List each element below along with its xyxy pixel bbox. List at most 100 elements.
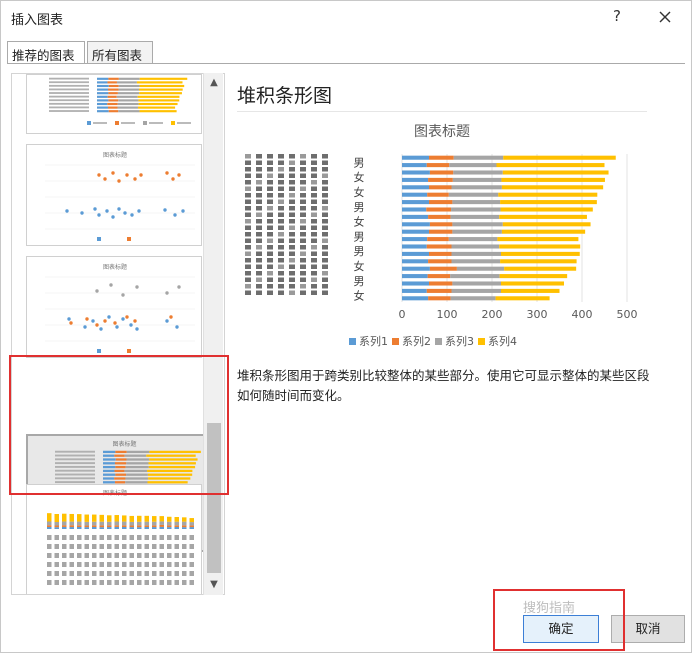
thumb-bar-segment (117, 106, 139, 109)
category-hierarchy-text (300, 186, 306, 191)
thumb-axis-text (84, 562, 89, 567)
thumb-bar-segment (97, 84, 109, 88)
category-hierarchy-text (267, 193, 273, 198)
category-hierarchy-text (267, 290, 273, 295)
thumb-bar-segment (148, 465, 196, 469)
bar-segment (504, 266, 577, 271)
thumb-point (117, 207, 121, 211)
thumb-point (165, 171, 169, 175)
category-hierarchy-text (267, 238, 273, 243)
thumb-axis-text (152, 562, 157, 567)
category-hierarchy-text (289, 284, 295, 289)
bar-segment (456, 266, 505, 271)
thumb-axis-text (144, 562, 149, 567)
thumb-bar-segment (115, 473, 127, 476)
thumb-axis-text (99, 544, 104, 549)
thumb-column-segment (167, 527, 172, 529)
thumb-axis-text (137, 535, 142, 540)
thumb-column-segment (47, 521, 52, 526)
category-hierarchy-text (300, 180, 306, 185)
thumb-column-segment (107, 527, 112, 529)
category-hierarchy-text (289, 258, 295, 263)
thumb-axis-text (189, 562, 194, 567)
thumb-point (135, 327, 139, 331)
thumb-column-segment (62, 513, 67, 522)
thumb-column-segment (122, 527, 127, 529)
thumb-bar-segment (114, 454, 125, 457)
legend-swatch (392, 338, 399, 345)
thumb-point (65, 209, 69, 213)
cancel-button[interactable]: 取消 (611, 615, 685, 643)
bar-segment (402, 222, 430, 227)
thumb-axis-text (114, 580, 119, 585)
thumb-axis-text (129, 535, 134, 540)
thumb-bar-segment (103, 469, 115, 473)
category-hierarchy-text (311, 193, 317, 198)
help-button[interactable]: ? (607, 7, 627, 29)
thumb-column-segment (47, 525, 52, 527)
tab-recommended-charts[interactable]: 推荐的图表 (7, 41, 85, 64)
thumb-bar-segment (118, 84, 140, 88)
thumb-axis-text (92, 544, 97, 549)
close-icon (659, 11, 671, 23)
bar-segment (429, 185, 452, 190)
category-hierarchy-text (311, 284, 317, 289)
scroll-down-arrow-icon[interactable]: ▼ (204, 577, 224, 593)
ok-button[interactable]: 确定 (523, 615, 599, 643)
thumb-point (107, 315, 111, 319)
bar-segment (452, 200, 501, 205)
stacked-bar-preview-chart: 图表标题0 100 200 300 400 500男女女男女男男女男女系列1 系列2 系列3 系… (245, 124, 638, 348)
thumb-bar-segment (147, 473, 193, 476)
chart-thumb-scatter-2[interactable]: 图表标题 (26, 256, 202, 358)
category-hierarchy-text (256, 193, 262, 198)
category-hierarchy-text (256, 212, 262, 217)
category-label: 女 (354, 170, 365, 184)
category-hierarchy-text (256, 284, 262, 289)
category-hierarchy-text (245, 225, 251, 230)
category-hierarchy-text (311, 258, 317, 263)
thumb-column-segment (174, 521, 179, 526)
thumb-axis-text (159, 580, 164, 585)
category-hierarchy-text (267, 199, 273, 204)
thumb-point (137, 209, 141, 213)
thumb-axis-text (54, 571, 59, 576)
thumb-bar-segment (97, 77, 109, 80)
category-hierarchy-text (322, 167, 328, 172)
category-hierarchy-text (256, 160, 262, 165)
category-hierarchy-text (267, 173, 273, 178)
category-hierarchy-text (322, 154, 328, 159)
chart-thumb-scatter-1[interactable]: 图表标题 (26, 144, 202, 246)
bar-segment (429, 155, 454, 160)
recommended-chart-list[interactable]: 图表标题 图表标题 图表标题 图表标题 (11, 73, 225, 595)
category-hierarchy-text (289, 232, 295, 237)
chart-thumb-bar-top[interactable] (26, 74, 202, 134)
thumb-point (173, 213, 177, 217)
category-hierarchy-text (322, 258, 328, 263)
chart-thumb-stacked-column[interactable]: 图表标题 (26, 484, 202, 594)
thumb-point (121, 317, 125, 321)
scroll-thumb[interactable] (207, 423, 221, 573)
thumb-axis-text (114, 544, 119, 549)
bar-segment (500, 200, 597, 205)
bar-segment (451, 288, 501, 293)
tab-all-charts[interactable]: 所有图表 (87, 41, 153, 63)
thumb-column-segment (137, 521, 142, 526)
thumb-axis-text (47, 553, 52, 558)
bar-segment (451, 185, 502, 190)
scroll-up-arrow-icon[interactable]: ▲ (204, 75, 224, 91)
bar-segment (499, 244, 581, 249)
thumb-axis-text (129, 544, 134, 549)
close-button[interactable] (653, 5, 677, 29)
thumb-legend-swatch (87, 121, 91, 125)
thumb-axis-text (69, 553, 74, 558)
thumb-bar-segment (103, 477, 115, 480)
thumb-axis-text (69, 544, 74, 549)
thumb-column-segment (174, 517, 179, 522)
thumb-axis-text (69, 562, 74, 567)
list-scrollbar[interactable]: ▲ ▼ (203, 73, 223, 595)
thumb-bar-segment (108, 77, 119, 80)
category-hierarchy-text (245, 271, 251, 276)
category-hierarchy-text (256, 173, 262, 178)
thumb-axis-text (174, 535, 179, 540)
thumb-bar-segment (103, 465, 116, 469)
